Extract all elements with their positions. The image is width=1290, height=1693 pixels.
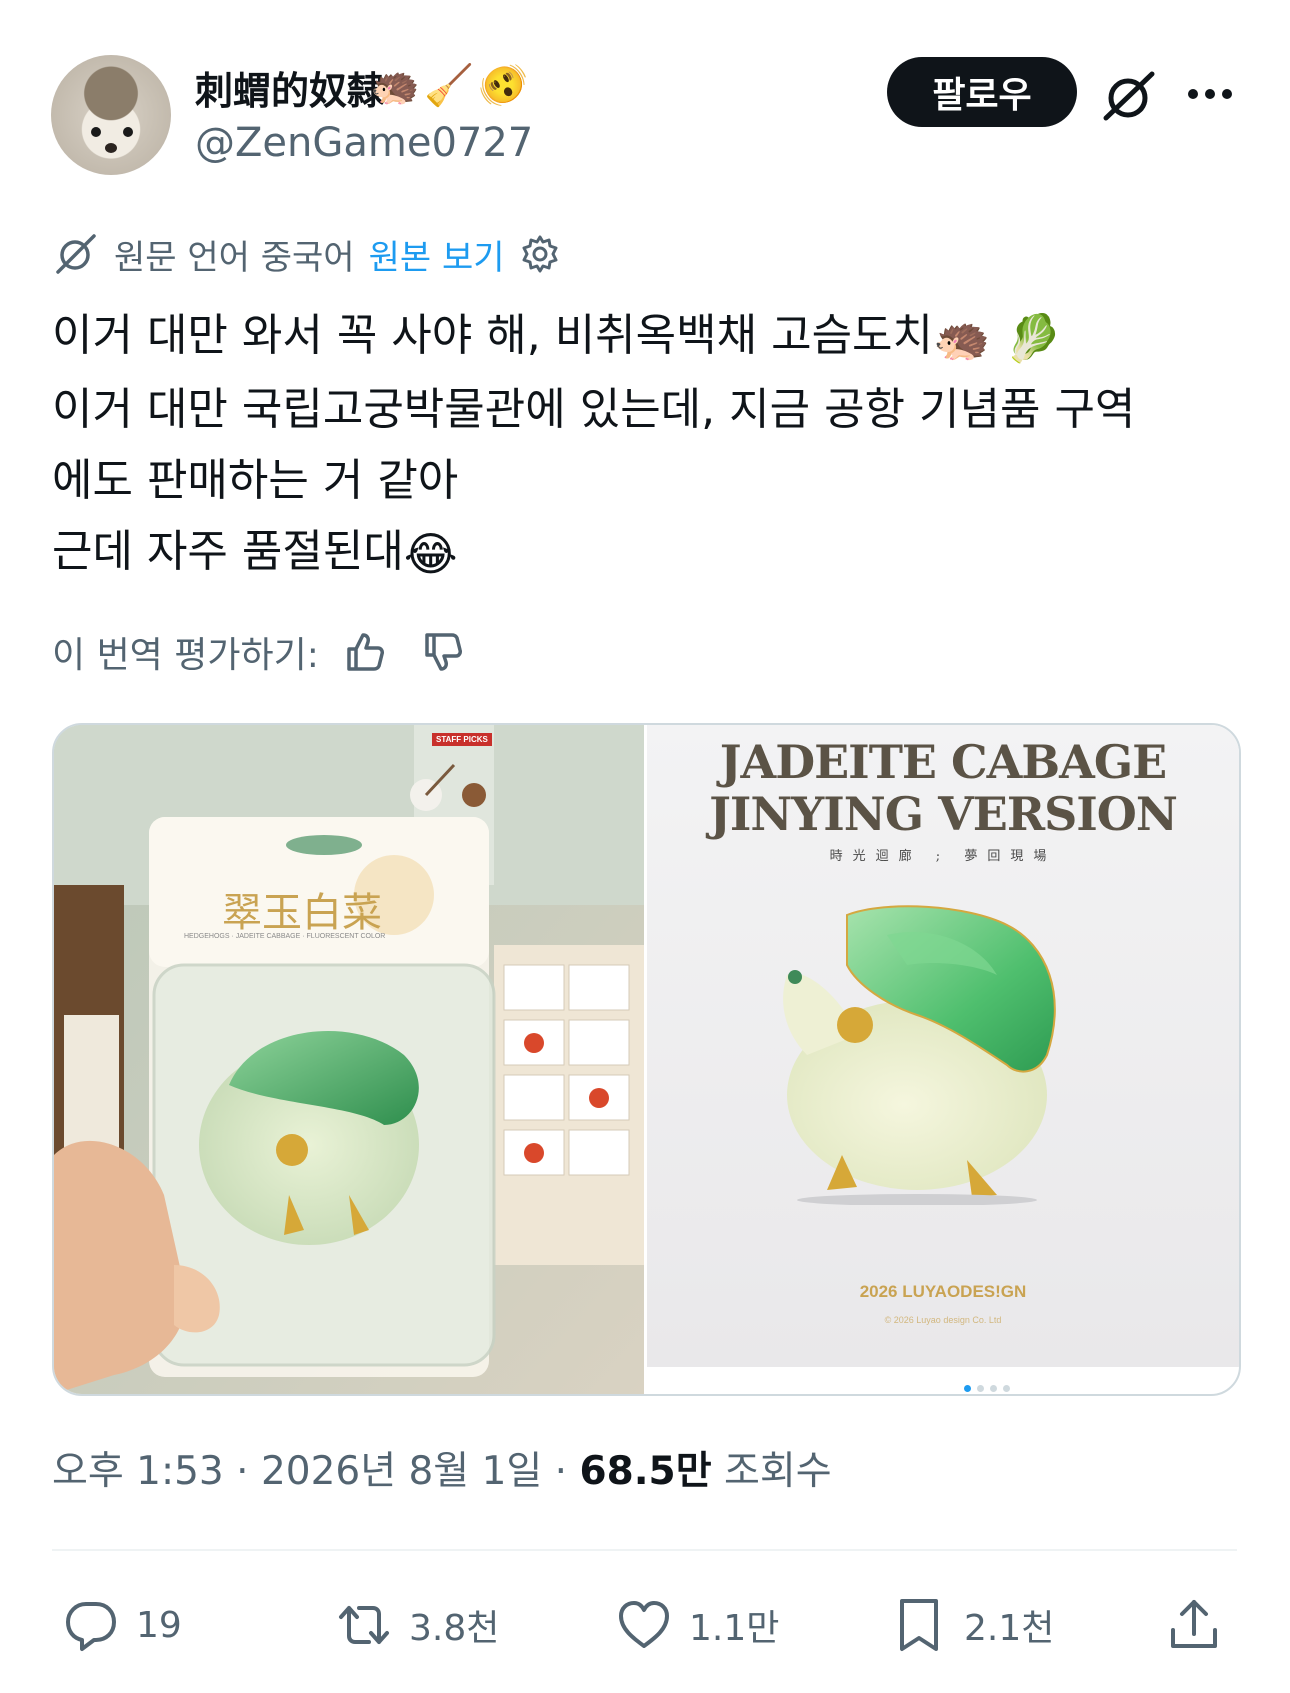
thumbs-down-icon[interactable] xyxy=(419,629,465,675)
rate-translation: 이 번역 평가하기: xyxy=(52,626,465,678)
share-button[interactable] xyxy=(1165,1595,1223,1655)
repost-count: 3.8천 xyxy=(409,1608,500,1649)
avatar-eye xyxy=(91,127,101,137)
tweet-line-text: 이거 대만 와서 꼭 사야 해, 비취옥백채 고슴도치 xyxy=(52,310,934,361)
hedgehog-emoji: 🦔 xyxy=(370,62,420,109)
tweet-timestamp: 오후 1:53 · 2026년 8월 1일 · 68.5만 조회수 xyxy=(52,1440,832,1496)
thumbs-up-icon[interactable] xyxy=(341,629,387,675)
share-icon xyxy=(1171,1600,1217,1648)
poster-subtitle: 時光迴廊 ; 夢回現場 xyxy=(829,849,1057,864)
translation-note: 원문 언어 중국어 원본 보기 xyxy=(52,228,561,280)
reply-icon xyxy=(66,1602,116,1651)
original-language-label: 원문 언어 중국어 xyxy=(114,237,355,278)
tears-of-joy-emoji: 😂 xyxy=(403,527,458,581)
poster-brand: 2026 LUYAODES!GN xyxy=(859,1282,1027,1301)
page-dot xyxy=(977,1385,984,1392)
media-gallery[interactable]: 翠玉白菜 HEDGEHOGS · JADEITE CABBAGE · FLUOR… xyxy=(52,723,1241,1396)
like-count: 1.1만 xyxy=(689,1608,780,1649)
photo-store-shelf[interactable] xyxy=(54,725,644,1394)
views-label: 조회수 xyxy=(723,1449,832,1494)
poster-title-line2: JINYING VERSION xyxy=(709,787,1178,841)
tweet-line: 이거 대만 국립고궁박물관에 있는데, 지금 공항 기념품 구역 xyxy=(52,384,1136,435)
repost-button[interactable]: 3.8천 xyxy=(335,1595,499,1655)
views-count: 68.5만 xyxy=(579,1449,712,1494)
meta-separator: · xyxy=(554,1449,580,1494)
hedgehog-cabbage-emoji: 🦔 🥬 xyxy=(933,311,1063,365)
user-handle[interactable]: @ZenGame0727 xyxy=(195,120,533,166)
page-dot xyxy=(990,1385,997,1392)
poster-copyright: © 2026 Luyao design Co. Ltd xyxy=(884,1315,1002,1325)
meta-separator: · xyxy=(236,1449,261,1494)
like-button[interactable]: 1.1만 xyxy=(615,1595,779,1655)
action-bar-divider xyxy=(52,1549,1237,1551)
avatar[interactable] xyxy=(51,55,171,175)
display-name[interactable]: 刺蝟的奴隸 xyxy=(195,60,385,115)
staff-picks-badge: STAFF PICKS xyxy=(432,733,492,746)
bookmark-button[interactable]: 2.1천 xyxy=(890,1595,1054,1655)
more-dots-icon[interactable] xyxy=(1185,82,1235,106)
tweet-line: 에도 판매하는 거 같아 xyxy=(52,455,459,506)
bookmark-count: 2.1천 xyxy=(964,1608,1055,1649)
reply-button[interactable]: 19 xyxy=(62,1595,182,1655)
box-subtitle: HEDGEHOGS · JADEITE CABBAGE · FLUORESCEN… xyxy=(184,933,386,940)
box-title: 翠玉白菜 xyxy=(222,890,382,936)
tweet-text: 이거 대만 와서 꼭 사야 해, 비취옥백채 고슴도치🦔 🥬 이거 대만 국립고… xyxy=(52,300,1232,590)
rate-translation-label: 이 번역 평가하기: xyxy=(52,635,319,676)
tweet-line: 이거 대만 와서 꼭 사야 해, 비취옥백채 고슴도치🦔 🥬 xyxy=(52,300,1232,374)
shaking-face-emoji: 🫨 xyxy=(478,62,528,109)
follow-button[interactable]: 팔로우 xyxy=(887,57,1077,127)
poster-title-line1: JADEITE CABAGE xyxy=(719,735,1167,789)
photo-product-poster[interactable]: JADEITE CABAGE JINYING VERSION 時光迴廊 ; 夢回… xyxy=(647,725,1239,1367)
tweet-line-text: 근데 자주 품절된대 xyxy=(52,526,404,577)
avatar-eye xyxy=(123,127,133,137)
jade-hedgehog-figure xyxy=(783,905,1056,1205)
page-dot xyxy=(964,1385,971,1392)
broom-emoji: 🧹 xyxy=(424,62,474,109)
avatar-nose xyxy=(105,143,117,153)
media-page-indicator xyxy=(964,1385,1010,1392)
post-time[interactable]: 오후 1:53 xyxy=(52,1449,224,1494)
reply-count: 19 xyxy=(136,1604,182,1646)
repost-icon xyxy=(339,1606,389,1644)
page-dot xyxy=(1003,1385,1010,1392)
grok-icon xyxy=(56,234,96,274)
grok-icon[interactable] xyxy=(1100,68,1160,124)
bookmark-icon xyxy=(900,1599,938,1651)
gear-icon[interactable] xyxy=(519,233,561,275)
tweet-line: 근데 자주 품절된대😂 xyxy=(52,516,1232,590)
heart-icon xyxy=(619,1601,669,1648)
show-original-link[interactable]: 원본 보기 xyxy=(369,230,505,279)
post-date[interactable]: 2026년 8월 1일 xyxy=(261,1449,542,1494)
